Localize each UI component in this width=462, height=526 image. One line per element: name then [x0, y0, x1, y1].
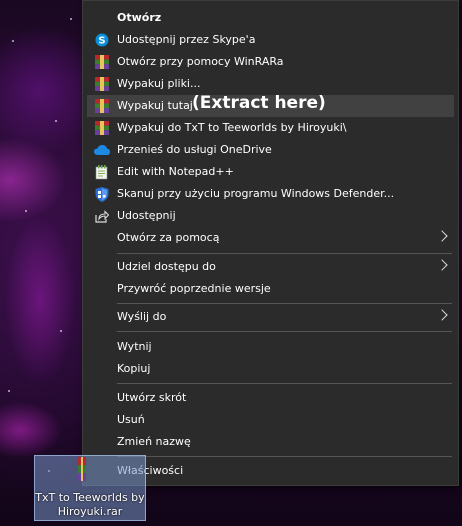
menu-item-label: Edit with Notepad++ — [117, 165, 234, 178]
chevron-right-icon — [436, 230, 448, 242]
menu-item-label: Przenieś do usługi OneDrive — [117, 143, 272, 156]
menu-item-move-onedrive[interactable]: Przenieś do usługi OneDrive — [87, 139, 454, 161]
file-name-line-2: Hiroyuki.rar — [57, 505, 123, 518]
menu-item-extract-to-folder[interactable]: Wypakuj do TxT to Teeworlds by Hiroyuki\ — [87, 117, 454, 139]
notepadpp-icon — [94, 164, 110, 180]
menu-item-open[interactable]: Otwórz — [87, 7, 454, 29]
menu-separator — [117, 253, 452, 254]
desktop-file-label: TxT to Teeworlds by Hiroyuki.rar — [35, 491, 145, 519]
menu-item-label: Udostępnij — [117, 209, 176, 222]
menu-item-restore-previous-versions[interactable]: Przywróć poprzednie wersje — [87, 278, 454, 300]
menu-item-edit-notepadpp[interactable]: Edit with Notepad++ — [87, 161, 454, 183]
menu-separator — [117, 331, 452, 332]
menu-item-label: Wytnij — [117, 340, 152, 353]
menu-separator — [117, 456, 452, 457]
menu-item-label: Wypakuj pliki... — [117, 77, 201, 90]
menu-item-delete[interactable]: Usuń — [87, 409, 454, 431]
menu-item-label: Utwórz skrót — [117, 391, 187, 404]
menu-item-copy[interactable]: Kopiuj — [87, 358, 454, 380]
menu-item-label: Udziel dostępu do — [117, 260, 216, 273]
winrar-icon — [94, 76, 110, 92]
menu-item-label: Wypakuj tutaj — [117, 99, 193, 112]
menu-item-give-access[interactable]: Udziel dostępu do — [87, 256, 454, 278]
onedrive-icon — [94, 142, 110, 158]
menu-item-label: Wyślij do — [117, 310, 167, 323]
menu-item-share-skype[interactable]: S Udostępnij przez Skype'a — [87, 29, 454, 51]
winrar-icon — [94, 120, 110, 136]
menu-item-rename[interactable]: Zmień nazwę — [87, 431, 454, 453]
menu-item-share[interactable]: Udostępnij — [87, 205, 454, 227]
winrar-icon — [94, 54, 110, 70]
chevron-right-icon — [436, 259, 448, 271]
winrar-archive-icon — [75, 457, 89, 481]
menu-item-send-to[interactable]: Wyślij do — [87, 306, 454, 328]
menu-item-label: Zmień nazwę — [117, 435, 191, 448]
skype-icon: S — [94, 32, 110, 48]
chevron-right-icon — [436, 309, 448, 321]
menu-item-label: Udostępnij przez Skype'a — [117, 33, 256, 46]
defender-icon — [94, 186, 110, 202]
menu-item-create-shortcut[interactable]: Utwórz skrót — [87, 387, 454, 409]
menu-item-label: Wypakuj do TxT to Teeworlds by Hiroyuki\ — [117, 121, 347, 134]
winrar-icon — [94, 98, 110, 114]
menu-separator — [117, 303, 452, 304]
extract-here-annotation: (Extract here) — [192, 93, 326, 113]
menu-item-cut[interactable]: Wytnij — [87, 336, 454, 358]
menu-item-label: Przywróć poprzednie wersje — [117, 282, 271, 295]
svg-text:S: S — [98, 36, 105, 47]
menu-item-label: Otwórz przy pomocy WinRARa — [117, 55, 284, 68]
desktop-file-rar[interactable]: TxT to Teeworlds by Hiroyuki.rar — [34, 455, 146, 521]
menu-item-label: Kopiuj — [117, 362, 151, 375]
menu-item-label: Otwórz — [117, 11, 162, 24]
menu-separator — [117, 383, 452, 384]
menu-item-label: Usuń — [117, 413, 145, 426]
file-name-line-1: TxT to Teeworlds by — [35, 491, 145, 504]
menu-item-open-winrar[interactable]: Otwórz przy pomocy WinRARa — [87, 51, 454, 73]
menu-item-label: Skanuj przy użyciu programu Windows Defe… — [117, 187, 395, 200]
menu-item-open-with[interactable]: Otwórz za pomocą — [87, 227, 454, 249]
menu-item-scan-defender[interactable]: Skanuj przy użyciu programu Windows Defe… — [87, 183, 454, 205]
share-icon — [94, 208, 110, 224]
context-menu: Otwórz S Udostępnij przez Skype'a Otwórz… — [82, 0, 459, 486]
menu-item-label: Otwórz za pomocą — [117, 231, 220, 244]
